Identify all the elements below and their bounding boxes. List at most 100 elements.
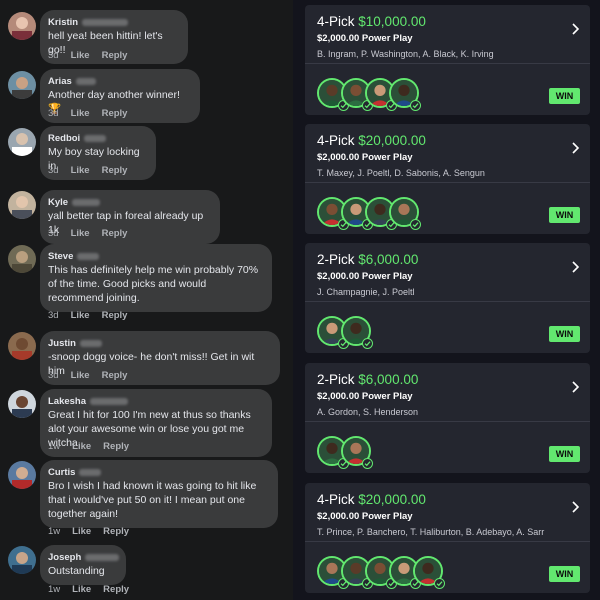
like-button[interactable]: Like xyxy=(71,228,90,239)
comment-author[interactable]: Joseph xyxy=(48,552,81,563)
like-button[interactable]: Like xyxy=(72,526,91,537)
pick-label: 2-Pick xyxy=(317,252,355,267)
avatar[interactable] xyxy=(8,128,36,156)
comment-bubble: Joseph Outstanding xyxy=(40,545,126,585)
comment-author[interactable]: Justin xyxy=(48,338,76,349)
comment-time: 3d xyxy=(48,108,59,119)
comment-meta: 3d Like Reply xyxy=(48,108,139,119)
player-headshots xyxy=(317,556,447,590)
avatar[interactable] xyxy=(8,71,36,99)
win-badge: WIN xyxy=(549,566,580,582)
pick-stake: $2,000.00 Power Play xyxy=(317,33,413,44)
pick-players: J. Champagnie, J. Poeltl xyxy=(317,287,415,297)
blurred-surname xyxy=(90,397,129,405)
like-button[interactable]: Like xyxy=(71,310,90,321)
avatar[interactable] xyxy=(8,245,36,273)
pick-stake: $2,000.00 Power Play xyxy=(317,511,413,522)
pick-players: B. Ingram, P. Washington, A. Black, K. I… xyxy=(317,49,494,59)
like-button[interactable]: Like xyxy=(71,50,90,61)
pick-card[interactable]: 4-Pick $20,000.00 $2,000.00 Power Play T… xyxy=(305,124,590,234)
comment-author[interactable]: Curtis xyxy=(48,467,75,478)
pick-players: T. Maxey, J. Poeltl, D. Sabonis, A. Seng… xyxy=(317,168,485,178)
divider xyxy=(305,301,590,302)
comment-author[interactable]: Lakesha xyxy=(48,396,86,407)
like-button[interactable]: Like xyxy=(72,441,91,452)
pick-stake: $2,000.00 Power Play xyxy=(317,391,413,402)
pick-payout: $6,000.00 xyxy=(358,372,419,387)
reply-button[interactable]: Reply xyxy=(102,370,128,381)
reply-button[interactable]: Reply xyxy=(102,310,128,321)
pick-card[interactable]: 2-Pick $6,000.00 $2,000.00 Power Play J.… xyxy=(305,243,590,353)
pick-players: T. Prince, P. Banchero, T. Haliburton, B… xyxy=(317,527,545,537)
check-icon xyxy=(410,100,421,111)
win-badge: WIN xyxy=(549,207,580,223)
reply-button[interactable]: Reply xyxy=(102,165,128,176)
reply-button[interactable]: Reply xyxy=(103,584,129,595)
comment-author[interactable]: Arias xyxy=(48,76,72,87)
reply-button[interactable]: Reply xyxy=(102,228,128,239)
pick-header: 2-Pick $6,000.00 $2,000.00 Power Play A.… xyxy=(305,363,590,418)
avatar[interactable] xyxy=(8,546,36,574)
comment-text: Outstanding xyxy=(48,565,105,577)
pick-card[interactable]: 4-Pick $20,000.00 $2,000.00 Power Play T… xyxy=(305,483,590,593)
player-headshots xyxy=(317,316,375,350)
blurred-surname xyxy=(79,339,102,347)
comment-time: 1w xyxy=(48,441,61,452)
blurred-surname xyxy=(75,77,96,85)
check-icon xyxy=(362,458,373,469)
like-button[interactable]: Like xyxy=(71,165,90,176)
comment-meta: 3d Like Reply xyxy=(48,50,139,61)
avatar[interactable] xyxy=(8,390,36,418)
comment-time: 1w xyxy=(48,526,61,537)
reply-button[interactable]: Reply xyxy=(103,526,129,537)
comment-author[interactable]: Kristin xyxy=(48,17,78,28)
pick-payout: $20,000.00 xyxy=(358,492,426,507)
avatar[interactable] xyxy=(8,12,36,40)
pick-payout: $20,000.00 xyxy=(358,133,426,148)
divider xyxy=(305,63,590,64)
comment-author[interactable]: Redboi xyxy=(48,133,80,144)
chevron-right-icon[interactable] xyxy=(568,260,582,274)
avatar[interactable] xyxy=(8,191,36,219)
like-button[interactable]: Like xyxy=(72,584,91,595)
reply-button[interactable]: Reply xyxy=(102,50,128,61)
check-icon xyxy=(410,219,421,230)
win-badge: WIN xyxy=(549,446,580,462)
blurred-surname xyxy=(85,553,120,561)
comment-bubble: Curtis Bro I wish I had known it was goi… xyxy=(40,460,278,528)
like-button[interactable]: Like xyxy=(71,108,90,119)
comment-author[interactable]: Kyle xyxy=(48,197,68,208)
avatar[interactable] xyxy=(8,461,36,489)
win-badge: WIN xyxy=(549,88,580,104)
chevron-right-icon[interactable] xyxy=(568,380,582,394)
chevron-right-icon[interactable] xyxy=(568,141,582,155)
comment-time: 3d xyxy=(48,228,59,239)
pick-label: 4-Pick xyxy=(317,492,355,507)
reply-button[interactable]: Reply xyxy=(103,441,129,452)
blurred-surname xyxy=(72,198,101,206)
pick-payout: $10,000.00 xyxy=(358,14,426,29)
check-icon xyxy=(434,578,445,589)
pick-title: 2-Pick $6,000.00 xyxy=(317,251,590,268)
like-button[interactable]: Like xyxy=(71,370,90,381)
avatar[interactable] xyxy=(8,332,36,360)
picks-panel: 4-Pick $10,000.00 $2,000.00 Power Play B… xyxy=(293,0,600,600)
comment-text: This has definitely help me win probably… xyxy=(48,264,259,304)
comment-bubble: Steve This has definitely help me win pr… xyxy=(40,244,272,312)
player-headshots xyxy=(317,197,423,231)
pick-label: 4-Pick xyxy=(317,14,355,29)
pick-header: 4-Pick $20,000.00 $2,000.00 Power Play T… xyxy=(305,124,590,179)
pick-stake: $2,000.00 Power Play xyxy=(317,152,413,163)
pick-card[interactable]: 2-Pick $6,000.00 $2,000.00 Power Play A.… xyxy=(305,363,590,473)
pick-title: 2-Pick $6,000.00 xyxy=(317,371,590,388)
player-headshots xyxy=(317,436,375,470)
pick-title: 4-Pick $20,000.00 xyxy=(317,491,590,508)
reply-button[interactable]: Reply xyxy=(102,108,128,119)
divider xyxy=(305,541,590,542)
comment-author[interactable]: Steve xyxy=(48,251,73,262)
chevron-right-icon[interactable] xyxy=(568,22,582,36)
pick-header: 4-Pick $20,000.00 $2,000.00 Power Play T… xyxy=(305,483,590,538)
pick-card[interactable]: 4-Pick $10,000.00 $2,000.00 Power Play B… xyxy=(305,5,590,115)
chevron-right-icon[interactable] xyxy=(568,500,582,514)
comment-time: 3d xyxy=(48,310,59,321)
